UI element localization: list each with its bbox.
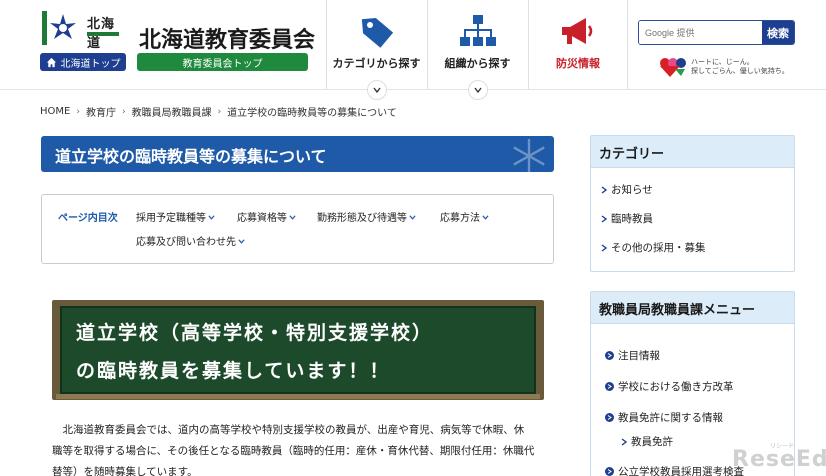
chevron-right-icon [601,243,607,252]
intro-line: 北海道教育委員会では、道内の高等学校や特別支援学校の教員が、出産や育児、病気等で… [52,424,525,436]
search-button[interactable]: 検索 [762,21,794,44]
menu-sub-item[interactable]: 教員免許 [621,434,673,449]
site-search: 検索 [638,20,795,45]
chevron-right-icon [621,437,627,446]
search-input[interactable] [639,21,762,44]
board-top-button[interactable]: 教育委員会トップ [137,53,308,71]
menu-item[interactable]: 公立学校教員採用選考検査 [605,464,744,476]
menu-item[interactable]: 教員免許に関する情報 [605,410,723,425]
logo-green-bar [87,32,119,36]
banner-line-1: 道立学校（高等学校・特別支援学校） [76,322,434,344]
toc-link-label: 勤務形態及び待遇等 [317,213,407,224]
heart-slogan-line2: 探してごらん、優しい気持ち。 [691,67,789,75]
category-item[interactable]: その他の採用・募集 [601,240,706,255]
breadcrumb: HOME › 教育庁 › 教職員局教職員課 › 道立学校の臨時教員等の募集につい… [40,104,397,119]
nav-disaster-label: 防災情報 [556,57,600,70]
menu-item-label: 公立学校教員採用選考検査 [618,466,744,476]
toc-link[interactable]: 応募及び問い合わせ先 [136,233,245,248]
chevron-right-icon [605,413,614,422]
toc-link[interactable]: 応募資格等 [237,209,296,224]
category-item-label: その他の採用・募集 [611,242,706,254]
blackboard-ledge [56,394,540,399]
toc-link[interactable]: 勤務形態及び待遇等 [317,209,416,224]
category-item-label: 臨時教員 [611,213,653,225]
department-menu-heading: 教職員局教職員課メニュー [591,292,794,324]
heart-slogan: ハートに、じーん。 探してごらん、優しい気持ち。 [691,58,789,76]
nav-organization[interactable]: 組織から探す [427,0,527,100]
hokkaido-top-button[interactable]: 北海道トップ [40,53,126,71]
nav-disaster[interactable]: 防災情報 [528,0,628,90]
menu-item-label: 注目情報 [618,350,660,362]
nav-organization-label: 組織から探す [444,57,511,70]
chevron-down-icon[interactable] [366,80,387,100]
toc-link-label: 採用予定職種等 [136,213,206,224]
menu-item[interactable]: 注目情報 [605,348,660,363]
chevron-down-icon [482,215,489,220]
banner-line-2: の臨時教員を募集しています！！ [76,360,391,382]
hokkaido-emblem-icon [40,9,80,47]
heart-slogan-line1: ハートに、じーん。 [691,58,754,66]
category-heading: カテゴリー [591,136,794,168]
breadcrumb-item[interactable]: 教職員局教職員課 [132,104,212,119]
category-item[interactable]: 臨時教員 [601,211,653,226]
chevron-down-icon [289,215,296,220]
menu-item-label: 教員免許に関する情報 [618,412,723,424]
category-panel: カテゴリー お知らせ 臨時教員 その他の採用・募集 [590,135,795,272]
hokkaido-logo[interactable]: 北海道 [40,9,128,51]
chevron-down-icon [208,215,215,220]
heart-logo-icon[interactable] [656,56,688,78]
chevron-right-icon [605,351,614,360]
toc-heading: ページ内目次 [58,213,118,224]
snowflake-icon [513,138,545,172]
category-item[interactable]: お知らせ [601,182,653,197]
watermark-logo: ReseEd [732,447,826,472]
chevron-down-icon [409,215,416,220]
hokkaido-top-label: 北海道トップ [60,58,121,70]
toc-link-label: 応募資格等 [237,213,287,224]
chevron-down-icon [238,239,245,244]
tag-icon [361,18,393,48]
megaphone-icon [562,18,593,44]
chevron-right-icon [605,467,614,476]
intro-paragraph: 北海道教育委員会では、道内の高等学校や特別支援学校の教員が、出産や育児、病気等で… [52,420,552,476]
toc-link-label: 応募及び問い合わせ先 [136,237,236,248]
site-header: 北海道 北海道トップ 北海道教育委員会 教育委員会トップ カテゴリから探す 組織… [0,0,826,100]
breadcrumb-home[interactable]: HOME [40,106,70,117]
toc-link[interactable]: 応募方法 [440,209,489,224]
chevron-right-icon [601,214,607,223]
page-title: 道立学校の臨時教員等の募集について [55,147,327,166]
menu-sub-item-label: 教員免許 [631,436,673,448]
chevron-right-icon [601,185,607,194]
page-title-bar: 道立学校の臨時教員等の募集について [41,136,554,172]
page-contents-box: ページ内目次 採用予定職種等 応募資格等 勤務形態及び待遇等 応募方法 応募及び… [41,194,554,264]
breadcrumb-current: 道立学校の臨時教員等の募集について [227,108,397,119]
home-icon [46,57,56,67]
chevron-right-icon: › [121,106,126,117]
chevron-down-icon[interactable] [467,80,488,100]
nav-category[interactable]: カテゴリから探す [326,0,426,100]
org-chart-icon [459,15,496,46]
nav-category-label: カテゴリから探す [332,57,421,70]
category-item-label: お知らせ [611,184,653,196]
chevron-right-icon: › [76,106,80,117]
intro-line: 替等）を随時募集しています。 [52,466,198,476]
chevron-right-icon [605,382,614,391]
menu-item[interactable]: 学校における働き方改革 [605,379,734,394]
menu-item-label: 学校における働き方改革 [618,381,734,393]
chevron-right-icon: › [217,106,222,117]
board-title[interactable]: 北海道教育委員会 [139,22,315,54]
intro-line: 職等を取得する場合に、その後任となる臨時教員（臨時的任用：産休・育休代替、期限付… [52,445,535,457]
toc-link[interactable]: 採用予定職種等 [136,209,215,224]
toc-link-label: 応募方法 [440,213,480,224]
breadcrumb-item[interactable]: 教育庁 [86,104,116,119]
